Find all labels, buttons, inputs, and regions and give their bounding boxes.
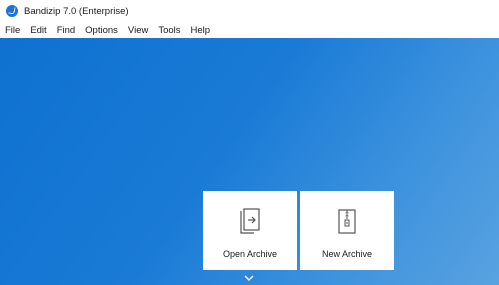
open-archive-icon (240, 208, 260, 234)
new-archive-label: New Archive (321, 249, 373, 259)
start-screen: Open Archive New Archive (0, 38, 499, 285)
app-window: Bandizip 7.0 (Enterprise) File Edit Find… (0, 0, 499, 285)
bandizip-logo-icon (6, 5, 18, 17)
menu-view[interactable]: View (123, 25, 153, 36)
new-archive-icon (338, 209, 356, 234)
open-archive-button[interactable]: Open Archive (203, 191, 297, 270)
chevron-down-icon[interactable] (243, 274, 255, 282)
menu-find[interactable]: Find (52, 25, 80, 36)
new-archive-button[interactable]: New Archive (300, 191, 394, 270)
title-bar: Bandizip 7.0 (Enterprise) (0, 0, 499, 22)
menu-bar: File Edit Find Options View Tools Help (0, 22, 499, 38)
window-title: Bandizip 7.0 (Enterprise) (24, 5, 129, 17)
menu-options[interactable]: Options (80, 25, 123, 36)
open-archive-label: Open Archive (222, 249, 278, 259)
menu-file[interactable]: File (0, 25, 25, 36)
menu-help[interactable]: Help (186, 25, 216, 36)
menu-edit[interactable]: Edit (25, 25, 51, 36)
menu-tools[interactable]: Tools (153, 25, 185, 36)
